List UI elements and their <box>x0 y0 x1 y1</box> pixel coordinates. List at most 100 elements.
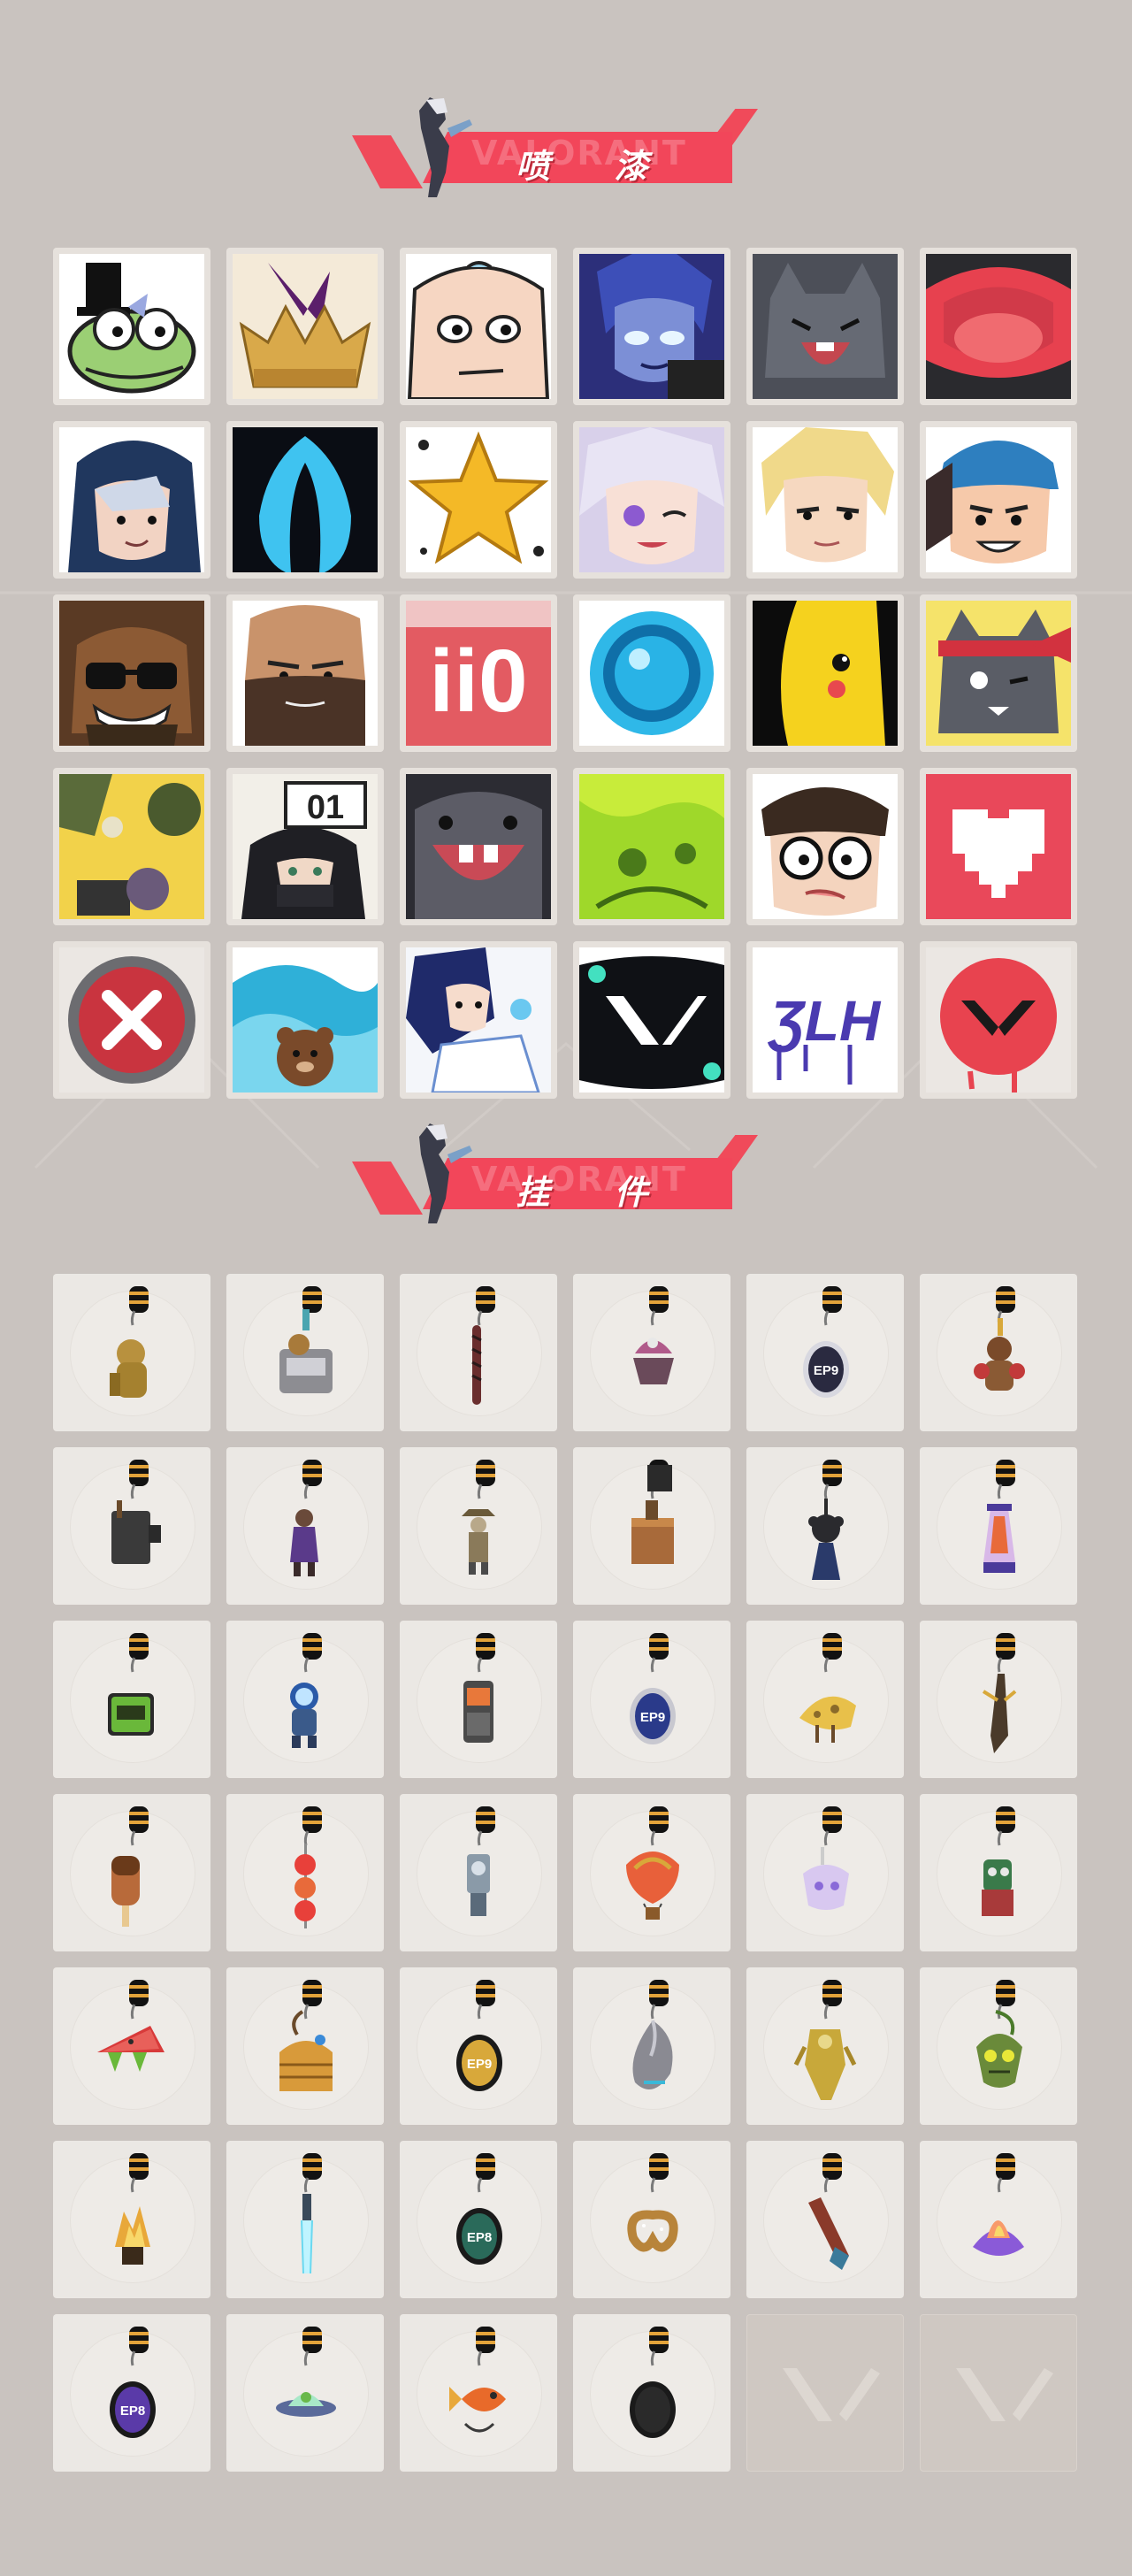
svg-text:EP8: EP8 <box>120 2404 145 2419</box>
wave-bear-spray-icon <box>233 947 378 1092</box>
buddy-tile[interactable] <box>226 1967 384 2125</box>
blue-orb-spray-icon <box>579 601 724 746</box>
buddy-tile[interactable] <box>226 1621 384 1778</box>
spray-tile[interactable] <box>400 421 557 579</box>
buddy-tile[interactable] <box>920 1794 1077 1951</box>
buddy-tile[interactable] <box>226 2314 384 2472</box>
orange-fish-buddy-icon <box>449 2327 506 2433</box>
buddy-tile[interactable] <box>573 1794 730 1951</box>
buddy-tile[interactable] <box>573 2141 730 2298</box>
buddy-tile[interactable] <box>226 1447 384 1605</box>
spray-tile[interactable] <box>226 248 384 405</box>
buddy-tile[interactable] <box>920 1967 1077 2125</box>
spray-tile[interactable] <box>920 941 1077 1099</box>
spray-tile[interactable] <box>53 941 210 1099</box>
spray-tile[interactable] <box>53 421 210 579</box>
buddy-tile[interactable] <box>573 1274 730 1431</box>
spray-tile[interactable] <box>400 768 557 925</box>
buddy-tile[interactable] <box>53 1794 210 1951</box>
buddy-tile[interactable] <box>920 1621 1077 1778</box>
spray-tile[interactable] <box>53 248 210 405</box>
buddy-tile[interactable]: EP9 <box>573 1621 730 1778</box>
buddy-tile[interactable] <box>226 2141 384 2298</box>
spray-tile[interactable]: 01 <box>226 768 384 925</box>
spray-tile[interactable] <box>746 768 904 925</box>
svg-text:ii0: ii0 <box>429 632 527 731</box>
spray-tile[interactable] <box>226 421 384 579</box>
spray-tile[interactable] <box>746 594 904 752</box>
masked-agent-01-spray-icon: 01 <box>233 774 378 919</box>
spray-tile[interactable] <box>920 768 1077 925</box>
buddy-tile[interactable] <box>400 1621 557 1778</box>
buddy-tile[interactable] <box>573 1967 730 2125</box>
white-hair-wink-spray-icon <box>579 427 724 572</box>
spray-tile[interactable]: ii0 <box>400 594 557 752</box>
pretzel-buddy-icon <box>627 2153 678 2252</box>
spray-tile[interactable] <box>53 594 210 752</box>
spray-tile[interactable] <box>746 421 904 579</box>
spray-tile[interactable] <box>400 248 557 405</box>
spray-tile[interactable] <box>53 768 210 925</box>
svg-text:EP8: EP8 <box>467 2230 492 2245</box>
buddy-tile[interactable] <box>573 1447 730 1605</box>
bottle-buddy-icon <box>808 2153 849 2270</box>
spray-grid: ii0 01 ƷLH <box>53 248 1077 1099</box>
agent-figure-icon <box>419 97 472 197</box>
buddy-tile[interactable] <box>746 1967 904 2125</box>
beehive-buddy-icon <box>279 1980 333 2091</box>
buddies-section-title: 挂 件 <box>516 1173 675 1212</box>
spray-tile[interactable] <box>920 248 1077 405</box>
cowboy-figure-buddy-icon <box>462 1460 495 1575</box>
silver-hook-buddy-icon <box>632 1980 673 2089</box>
spray-tile[interactable] <box>573 421 730 579</box>
hot-air-balloon-buddy-icon <box>626 1806 679 1920</box>
svg-text:EP9: EP9 <box>640 1710 665 1725</box>
buddy-tile[interactable]: EP8 <box>53 2314 210 2472</box>
beanie-agent-spray-icon <box>926 427 1071 572</box>
buddy-tile[interactable] <box>746 1447 904 1605</box>
spray-tile[interactable]: ƷLH <box>746 941 904 1099</box>
green-monster-buddy-icon <box>982 1806 1015 1916</box>
dark-blade-buddy-icon <box>982 1633 1017 1753</box>
radio-backpack-buddy-icon <box>111 1460 161 1564</box>
buddy-tile[interactable] <box>920 2141 1077 2298</box>
buddy-tile[interactable]: EP8 <box>400 2141 557 2298</box>
buddy-tile[interactable] <box>400 1447 557 1605</box>
svg-text:ƷLH: ƷLH <box>768 989 882 1053</box>
buddy-tile[interactable] <box>226 1794 384 1951</box>
buddy-tile[interactable] <box>53 2141 210 2298</box>
spray-tile[interactable] <box>746 248 904 405</box>
spray-tile[interactable] <box>400 941 557 1099</box>
spray-tile[interactable] <box>920 421 1077 579</box>
spray-tile[interactable] <box>226 594 384 752</box>
spray-tile[interactable] <box>573 248 730 405</box>
spray-tile[interactable] <box>573 941 730 1099</box>
graffiti-tag-spray-icon: ƷLH <box>753 947 898 1092</box>
buddy-tile[interactable] <box>400 1274 557 1431</box>
buddy-tile[interactable]: EP9 <box>746 1274 904 1431</box>
buddy-tile[interactable] <box>920 1447 1077 1605</box>
spray-tile[interactable] <box>920 594 1077 752</box>
spray-tile[interactable] <box>226 941 384 1099</box>
buddy-tile[interactable] <box>53 1274 210 1431</box>
buddy-tile[interactable] <box>920 1274 1077 1431</box>
camera-robot-buddy-icon <box>808 1460 844 1580</box>
buddy-tile[interactable] <box>400 1794 557 1951</box>
buddy-tile[interactable] <box>53 1967 210 2125</box>
buddy-tile[interactable]: EP9 <box>400 1967 557 2125</box>
buddy-tile[interactable] <box>573 2314 730 2472</box>
buddy-tile[interactable] <box>53 1621 210 1778</box>
buddy-tile[interactable] <box>746 1794 904 1951</box>
orange-device-buddy-icon <box>463 1633 495 1743</box>
buddy-tile[interactable] <box>746 1621 904 1778</box>
spray-tile[interactable] <box>573 768 730 925</box>
buddy-tile[interactable] <box>746 2141 904 2298</box>
buddy-tile[interactable] <box>400 2314 557 2472</box>
spray-tile[interactable] <box>573 594 730 752</box>
ep9-gold-medal-buddy-icon: EP9 <box>456 1980 502 2091</box>
buddy-tile[interactable] <box>226 1274 384 1431</box>
wooden-crate-buddy-icon <box>631 1460 674 1564</box>
grey-monster-spray-icon <box>406 774 551 919</box>
red-mouth-spray-icon <box>926 254 1071 399</box>
buddy-tile[interactable] <box>53 1447 210 1605</box>
